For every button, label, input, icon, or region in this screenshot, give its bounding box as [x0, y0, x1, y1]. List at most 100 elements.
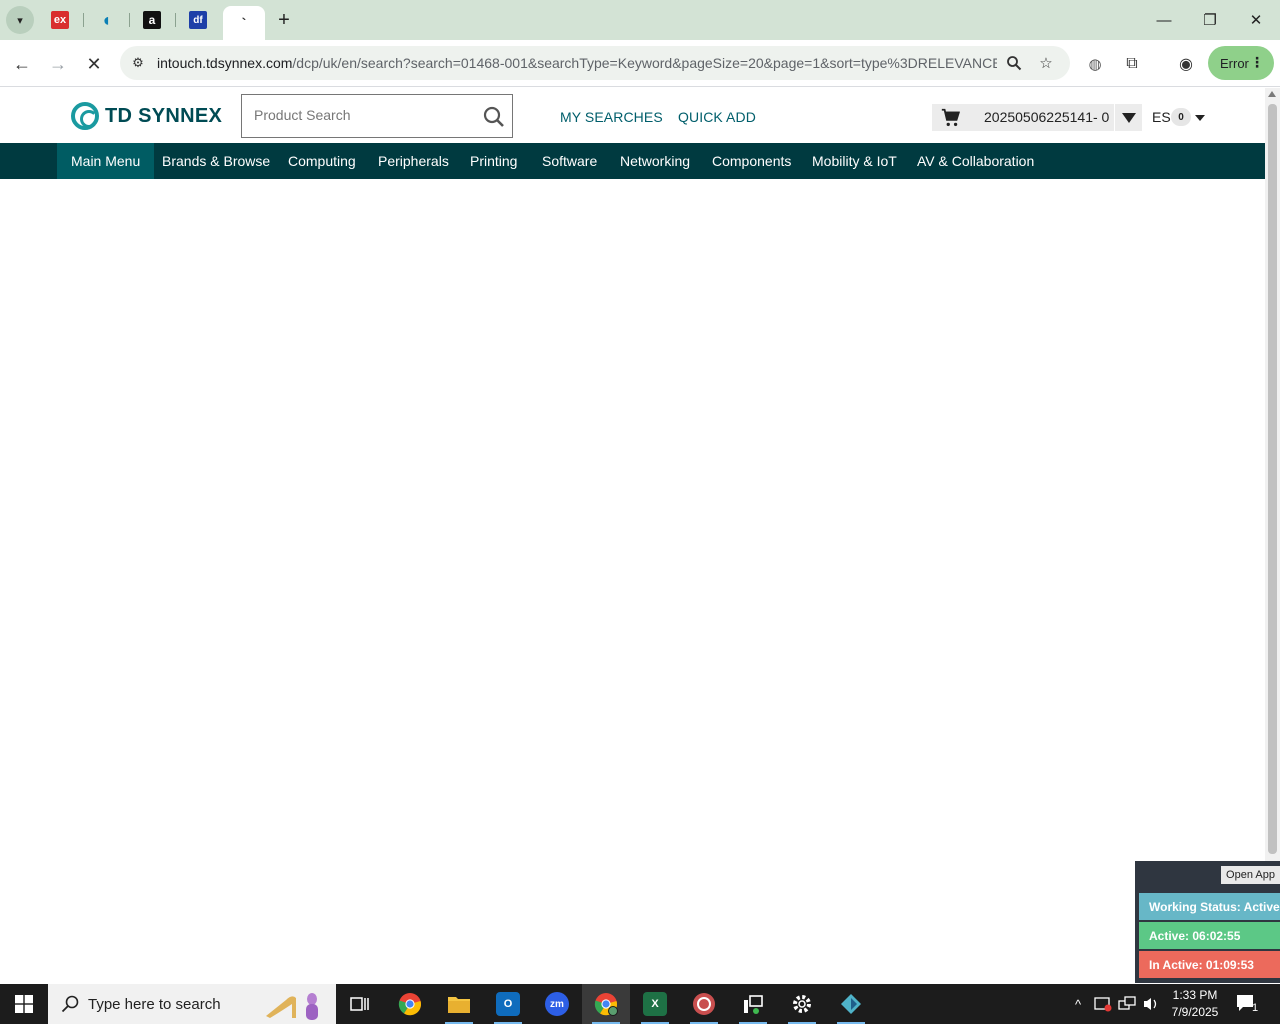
nav-mobility-iot[interactable]: Mobility & IoT: [812, 143, 897, 179]
taskbar-settings-icon[interactable]: [778, 984, 826, 1024]
taskbar-search-box[interactable]: Type here to search: [48, 984, 336, 1024]
forward-arrow-icon[interactable]: →: [43, 49, 73, 79]
tab-search-dropdown-icon[interactable]: ▾: [6, 6, 34, 34]
clock-date: 7/9/2025: [1171, 1005, 1219, 1019]
quick-add-link[interactable]: QUICK ADD: [678, 109, 756, 125]
logo-text: TD SYNNEX: [105, 104, 223, 127]
scroll-up-arrow-icon[interactable]: [1268, 91, 1276, 97]
address-bar[interactable]: ⚙ intouch.tdsynnex.com/dcp/uk/en/search?…: [120, 46, 1070, 80]
taskbar-zoom-icon[interactable]: zm: [533, 984, 581, 1024]
tray-security-icon[interactable]: [1092, 984, 1114, 1024]
language-count-badge: 0: [1171, 108, 1191, 126]
amazon-favicon-icon: a: [143, 11, 161, 29]
nav-peripherals[interactable]: Peripherals: [378, 143, 449, 179]
minimize-icon[interactable]: —: [1141, 0, 1187, 40]
product-search-box: [241, 94, 513, 138]
url-text[interactable]: intouch.tdsynnex.com/dcp/uk/en/search?se…: [157, 55, 997, 71]
td-synnex-logo-icon: [71, 102, 99, 130]
search-highlight-heels-icon: [262, 990, 322, 1020]
search-icon[interactable]: [482, 105, 506, 129]
profile-avatar-icon[interactable]: ◉: [1171, 49, 1201, 79]
nav-brands-browse[interactable]: Brands & Browse: [162, 143, 270, 179]
cart-dropdown-caret-icon[interactable]: [1114, 104, 1142, 131]
browser-tab-strip: ▾ ex ◖ a df ` + — ❐ ✕: [0, 0, 1280, 40]
nav-printing[interactable]: Printing: [470, 143, 517, 179]
excel-icon: X: [643, 992, 667, 1016]
bookmark-star-icon[interactable]: ☆: [1036, 53, 1056, 73]
back-arrow-icon[interactable]: ←: [7, 49, 37, 79]
extensions-puzzle-icon[interactable]: ⧉: [1117, 49, 1147, 79]
loading-favicon-icon: `: [241, 15, 247, 31]
tab-separator: [83, 13, 84, 27]
taskbar-chrome-icon[interactable]: [386, 984, 434, 1024]
taskbar-monitor-app-icon[interactable]: [729, 984, 777, 1024]
task-view-icon[interactable]: [336, 984, 384, 1024]
tab-teal-app[interactable]: ◖: [86, 6, 126, 34]
profile-error-button[interactable]: Error ⋮: [1208, 46, 1274, 80]
taskbar-outlook-icon[interactable]: O: [484, 984, 532, 1024]
taskbar-clock[interactable]: 1:33 PM 7/9/2025: [1164, 987, 1226, 1021]
taskbar-kite-app-icon[interactable]: [827, 984, 875, 1024]
new-tab-plus-icon[interactable]: +: [272, 8, 296, 32]
restore-icon[interactable]: ❐: [1187, 0, 1233, 40]
site-info-tune-icon[interactable]: ⚙: [128, 53, 148, 73]
taskbar-excel-icon[interactable]: X: [631, 984, 679, 1024]
taskbar-search-icon: [61, 995, 79, 1013]
tab-separator: [175, 13, 176, 27]
show-hidden-icons-chevron-icon[interactable]: ^: [1068, 984, 1088, 1024]
zoom-magnifier-icon[interactable]: [1004, 53, 1024, 73]
close-window-icon[interactable]: ✕: [1233, 0, 1279, 40]
url-path: /dcp/uk/en/search?search=01468-001&searc…: [292, 55, 997, 71]
notification-count: 1: [1252, 1002, 1259, 1014]
time-tracker-widget: Open App Working Status: Active Active: …: [1135, 861, 1280, 983]
network-icon[interactable]: [1116, 984, 1138, 1024]
product-search-input[interactable]: [254, 107, 474, 123]
open-app-button[interactable]: Open App: [1221, 866, 1280, 884]
main-nav-bar: Main Menu Brands & Browse Computing Peri…: [0, 143, 1265, 179]
url-host: intouch.tdsynnex.com: [157, 55, 293, 71]
nav-software[interactable]: Software: [542, 143, 597, 179]
scrollbar-thumb[interactable]: [1268, 104, 1277, 854]
volume-speaker-icon[interactable]: [1140, 984, 1162, 1024]
site-header: TD SYNNEX MY SEARCHES QUICK ADD 20250506…: [0, 88, 1265, 143]
cart-number: 20250506225141- 0: [984, 109, 1110, 125]
windows-taskbar: Type here to search O zm X ^ 1:33 PM 7/9…: [0, 984, 1280, 1024]
nav-main-menu[interactable]: Main Menu: [57, 143, 155, 179]
inactive-time-row: In Active: 01:09:53: [1139, 951, 1280, 978]
language-selector[interactable]: ES: [1152, 109, 1171, 125]
shopping-cart-icon: [941, 108, 961, 127]
df-favicon-icon: df: [189, 11, 207, 29]
nav-computing[interactable]: Computing: [288, 143, 356, 179]
profile-error-label: Error: [1220, 55, 1249, 71]
taskbar-search-placeholder: Type here to search: [88, 996, 221, 1013]
tab-amazon[interactable]: a: [132, 6, 172, 34]
browser-menu-icon[interactable]: ⋮: [1250, 54, 1264, 71]
teal-app-favicon-icon: ◖: [100, 9, 112, 30]
browser-toolbar: ← → ✕ ⚙ intouch.tdsynnex.com/dcp/uk/en/s…: [0, 40, 1280, 87]
td-synnex-logo[interactable]: TD SYNNEX: [71, 102, 222, 130]
zoom-icon: zm: [545, 992, 569, 1016]
cart-selector[interactable]: 20250506225141- 0: [932, 104, 1142, 131]
notification-center-icon[interactable]: 1: [1234, 992, 1264, 1016]
language-caret-icon[interactable]: [1195, 115, 1205, 121]
tab-tdsynnex-active[interactable]: `: [223, 6, 265, 40]
page-content-area: [0, 179, 1265, 861]
nav-av-collaboration[interactable]: AV & Collaboration: [917, 143, 1034, 179]
taskbar-chrome-profile-icon[interactable]: [582, 984, 630, 1024]
tab-df[interactable]: df: [178, 6, 218, 34]
nav-components[interactable]: Components: [712, 143, 791, 179]
taskbar-red-app-icon[interactable]: [680, 984, 728, 1024]
windows-start-icon[interactable]: [0, 984, 48, 1024]
working-status-row: Working Status: Active: [1139, 893, 1280, 920]
outlook-icon: O: [496, 992, 520, 1016]
nav-networking[interactable]: Networking: [620, 143, 690, 179]
my-searches-link[interactable]: MY SEARCHES: [560, 109, 663, 125]
translate-globe-icon[interactable]: ◍: [1080, 49, 1110, 79]
page-scrollbar[interactable]: [1265, 88, 1280, 861]
active-time-row: Active: 06:02:55: [1139, 922, 1280, 949]
taskbar-file-explorer-icon[interactable]: [435, 984, 483, 1024]
tab-expedia[interactable]: ex: [40, 6, 80, 34]
stop-loading-icon[interactable]: ✕: [79, 49, 109, 79]
clock-time: 1:33 PM: [1172, 988, 1218, 1002]
tab-separator: [129, 13, 130, 27]
